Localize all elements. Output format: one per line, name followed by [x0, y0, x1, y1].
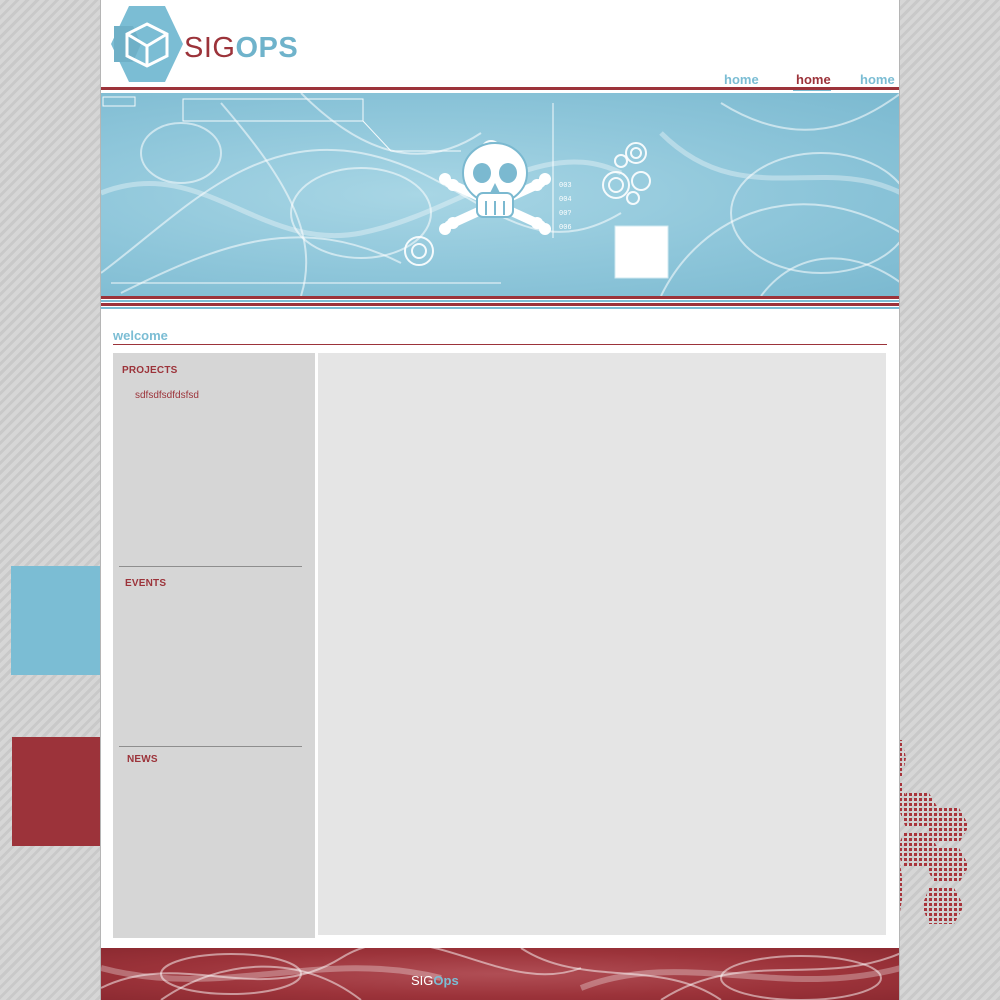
page-title: welcome — [113, 328, 168, 343]
footer-sig-text: SIG — [411, 973, 434, 988]
decorative-blue-block — [11, 566, 112, 675]
section-divider — [119, 566, 302, 567]
projects-heading: PROJECTS — [122, 365, 178, 376]
readout-code: 004 — [559, 196, 572, 204]
footer-artwork — [101, 948, 899, 1000]
nav-home-active[interactable]: home — [796, 72, 831, 87]
logo-wordmark: SIGOPS — [184, 32, 298, 65]
footer-brand: SIGOps — [411, 973, 459, 988]
readout-code: 00? — [559, 210, 572, 218]
project-link[interactable]: sdfsdfsdfdsfsd — [135, 390, 199, 401]
header-banner: 003 004 00? 006 — [101, 93, 899, 296]
banner-divider — [101, 296, 899, 299]
sidebar: PROJECTS sdfsdfsdfdsfsd EVENTS NEWS — [113, 353, 315, 938]
logo-sig-text: SIG — [184, 32, 236, 64]
section-divider — [119, 746, 302, 747]
banner-divider — [101, 307, 899, 309]
page-container: SIGOPS home home home 003 004 00? 006 we… — [100, 0, 900, 1000]
events-heading: EVENTS — [125, 578, 167, 589]
hexagon-cube-icon — [111, 6, 183, 82]
header-divider — [101, 87, 899, 90]
skull-crossbones-icon — [439, 142, 551, 235]
banner-divider — [101, 300, 899, 302]
banner-divider — [101, 303, 899, 306]
readout-code: 006 — [559, 224, 572, 232]
footer-ops-text: Ops — [433, 973, 459, 988]
main-content-area — [318, 353, 886, 935]
nav-home-1[interactable]: home — [724, 72, 759, 87]
title-divider — [113, 344, 887, 345]
banner-artwork: 003 004 00? 006 — [101, 93, 899, 296]
nav-home-3[interactable]: home — [860, 72, 895, 87]
logo-ops-text: OPS — [235, 32, 299, 64]
readout-code: 003 — [559, 182, 572, 190]
site-logo[interactable]: SIGOPS — [109, 6, 299, 82]
news-heading: NEWS — [127, 754, 158, 765]
decorative-red-block — [12, 737, 112, 846]
footer: SIGOps — [101, 948, 899, 1000]
